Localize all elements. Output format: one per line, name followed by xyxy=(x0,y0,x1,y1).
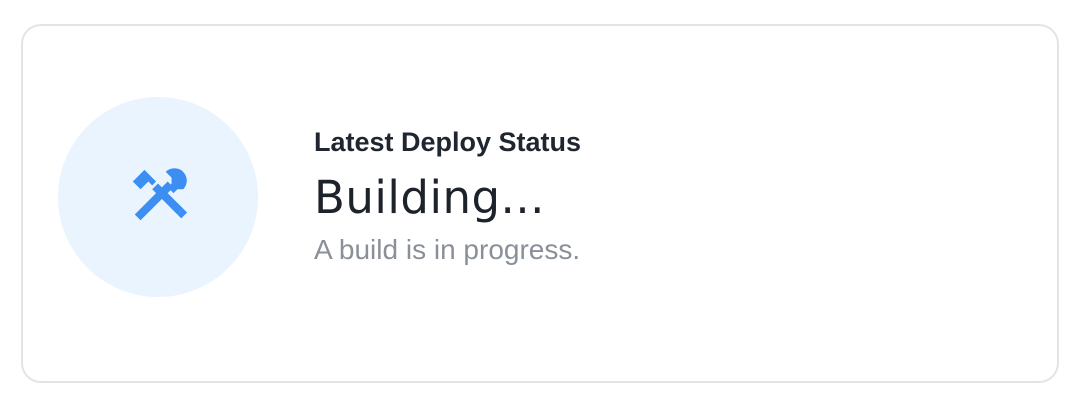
status-description: A build is in progress. xyxy=(314,234,581,265)
status-icon-badge xyxy=(58,97,258,297)
status-heading: Latest Deploy Status xyxy=(314,127,582,157)
hammer-wrench-icon xyxy=(132,168,188,221)
status-text-block: Latest Deploy Status Building... A build… xyxy=(314,122,581,270)
deploy-status-card: Latest Deploy Status Building... A build… xyxy=(21,24,1059,383)
status-value: Building... xyxy=(314,171,545,224)
